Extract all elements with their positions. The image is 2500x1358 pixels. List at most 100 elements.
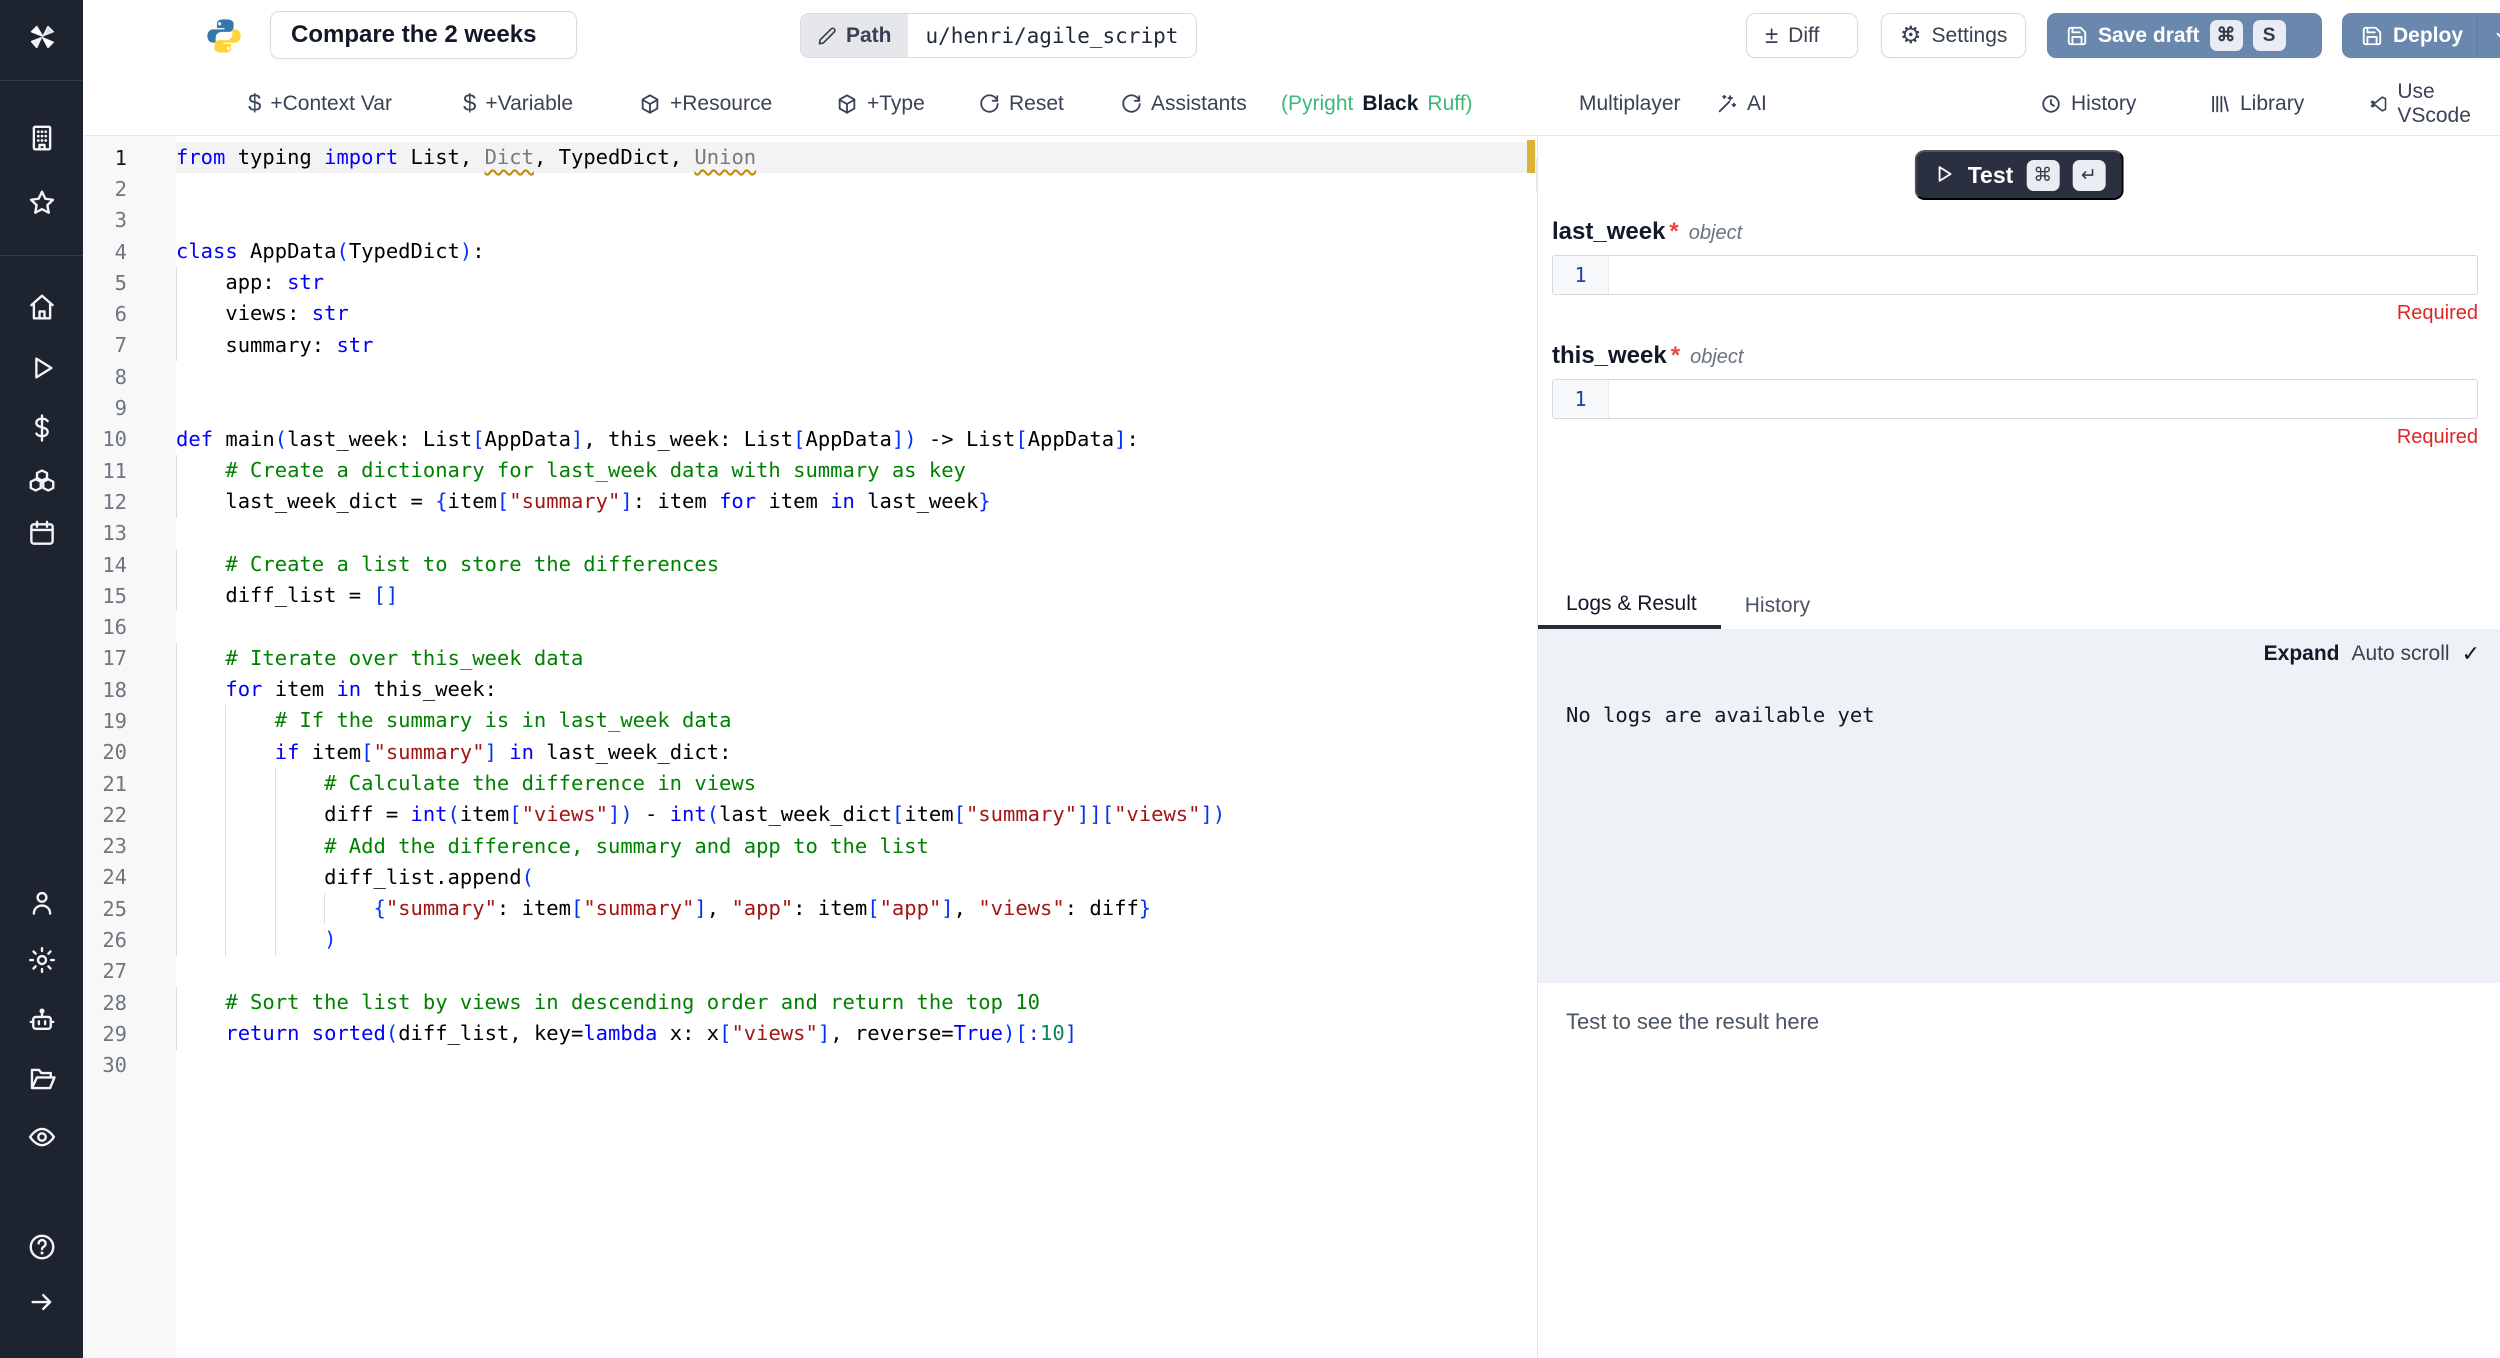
- code-line[interactable]: 9: [83, 392, 1536, 423]
- json-input-area[interactable]: [1609, 256, 2477, 294]
- indent-guide: [176, 987, 177, 1018]
- code-line[interactable]: 24 diff_list.append(: [83, 862, 1536, 893]
- code-line[interactable]: 6 views: str: [83, 298, 1536, 329]
- code-line[interactable]: 21 # Calculate the difference in views: [83, 768, 1536, 799]
- code-line[interactable]: 29 return sorted(diff_list, key=lambda x…: [83, 1018, 1536, 1049]
- test-button[interactable]: Test ⌘ ↵: [1915, 150, 2124, 200]
- sidebar-users-icon[interactable]: [26, 887, 58, 919]
- arg-type: object: [1689, 222, 1742, 245]
- wand-icon: [1716, 93, 1738, 115]
- code-line[interactable]: 15 diff_list = []: [83, 580, 1536, 611]
- code-line[interactable]: 4class AppData(TypedDict):: [83, 236, 1536, 267]
- sidebar-runs-play-icon[interactable]: [26, 352, 58, 384]
- add-variable-button[interactable]: $ +Variable: [463, 72, 573, 135]
- sidebar-variables-dollar-icon[interactable]: [26, 412, 58, 444]
- code-line[interactable]: 23 # Add the difference, summary and app…: [83, 831, 1536, 862]
- sidebar-collapse-arrow-right-icon[interactable]: [26, 1286, 58, 1318]
- sidebar-divider: [0, 255, 83, 256]
- add-type-button[interactable]: +Type: [836, 72, 925, 135]
- chevron-down-icon[interactable]: [2492, 25, 2500, 47]
- code-line[interactable]: 1from typing import List, Dict, TypedDic…: [83, 142, 1536, 173]
- sidebar-help-icon[interactable]: [26, 1231, 58, 1263]
- code-line[interactable]: 27: [83, 956, 1536, 987]
- sidebar-settings-gear-icon[interactable]: [26, 944, 58, 976]
- arg-this-week-input[interactable]: 1: [1552, 379, 2478, 419]
- save-draft-button[interactable]: Save draft ⌘ S: [2047, 13, 2322, 58]
- code-line[interactable]: 10def main(last_week: List[AppData], thi…: [83, 424, 1536, 455]
- expand-button[interactable]: Expand: [2264, 642, 2340, 666]
- line-number: 1: [83, 146, 176, 170]
- code-line[interactable]: 3: [83, 205, 1536, 236]
- code-line[interactable]: 12 last_week_dict = {item["summary"]: it…: [83, 486, 1536, 517]
- code-line[interactable]: 19 # If the summary is in last_week data: [83, 705, 1536, 736]
- code-line[interactable]: 8: [83, 361, 1536, 392]
- windmill-logo-icon[interactable]: [26, 21, 58, 53]
- code-line[interactable]: 13: [83, 518, 1536, 549]
- history-button[interactable]: History: [2040, 72, 2136, 135]
- indent-guide: [225, 893, 226, 924]
- sidebar-home-icon[interactable]: [26, 291, 58, 323]
- arg-last-week-input[interactable]: 1: [1552, 255, 2478, 295]
- path-value[interactable]: u/henri/agile_script: [908, 14, 1197, 57]
- code-line[interactable]: 16: [83, 611, 1536, 642]
- library-button[interactable]: Library: [2209, 72, 2304, 135]
- sidebar-schedules-calendar-icon[interactable]: [26, 517, 58, 549]
- code-line[interactable]: 14 # Create a list to store the differen…: [83, 549, 1536, 580]
- tab-logs-result[interactable]: Logs & Result: [1538, 583, 1721, 629]
- package-icon: [836, 93, 858, 115]
- code-line[interactable]: 5 app: str: [83, 267, 1536, 298]
- diff-button[interactable]: ± Diff: [1746, 13, 1858, 58]
- check-icon[interactable]: ✓: [2462, 641, 2480, 667]
- json-input-area[interactable]: [1609, 380, 2477, 418]
- settings-button[interactable]: ⚙ Settings: [1881, 13, 2026, 58]
- tab-history[interactable]: History: [1721, 583, 1834, 629]
- log-controls: Expand Auto scroll ✓: [2264, 641, 2480, 667]
- python-language-icon: [204, 16, 244, 56]
- add-context-var-button[interactable]: $ +Context Var: [248, 72, 392, 135]
- sidebar-divider: [0, 80, 83, 81]
- deploy-button[interactable]: Deploy: [2342, 13, 2500, 58]
- path-label[interactable]: Path: [801, 14, 908, 57]
- use-vscode-button[interactable]: Use VScode: [2369, 72, 2500, 135]
- ai-button[interactable]: AI: [1716, 72, 1767, 135]
- sidebar-audit-eye-icon[interactable]: [26, 1121, 58, 1153]
- editor-warning-marker: [1527, 140, 1535, 173]
- script-path-group[interactable]: Path u/henri/agile_script: [800, 13, 1197, 58]
- line-number: 18: [83, 678, 176, 702]
- indent-guide: [225, 799, 226, 830]
- assistants-button[interactable]: Assistants: [1120, 72, 1247, 135]
- code-editor[interactable]: 1from typing import List, Dict, TypedDic…: [83, 136, 1536, 1358]
- code-line[interactable]: 30: [83, 1050, 1536, 1081]
- code-line[interactable]: 22 diff = int(item["views"]) - int(last_…: [83, 799, 1536, 830]
- line-number: 17: [83, 646, 176, 670]
- code-line[interactable]: 25 {"summary": item["summary"], "app": i…: [83, 893, 1536, 924]
- reset-button[interactable]: Reset: [978, 72, 1064, 135]
- line-number: 10: [83, 427, 176, 451]
- app-sidebar: [0, 0, 83, 1358]
- code-line[interactable]: 11 # Create a dictionary for last_week d…: [83, 455, 1536, 486]
- code-lines[interactable]: 1from typing import List, Dict, TypedDic…: [83, 142, 1536, 1081]
- code-line[interactable]: 20 if item["summary"] in last_week_dict:: [83, 737, 1536, 768]
- input-line-number: 1: [1553, 256, 1609, 294]
- multiplayer-label[interactable]: Multiplayer: [1579, 72, 1681, 135]
- script-title-input[interactable]: Compare the 2 weeks: [270, 11, 577, 59]
- cmd-key-badge: ⌘: [2026, 160, 2059, 191]
- code-line[interactable]: 26 ): [83, 924, 1536, 955]
- sidebar-workspace-building-icon[interactable]: [26, 122, 58, 154]
- autoscroll-toggle[interactable]: Auto scroll: [2352, 642, 2450, 666]
- sidebar-favorites-star-icon[interactable]: [26, 187, 58, 219]
- indent-guide: [275, 862, 276, 893]
- code-checkers-status[interactable]: (Pyright Black Ruff): [1281, 72, 1473, 135]
- sidebar-workers-bot-icon[interactable]: [26, 1004, 58, 1036]
- add-resource-button[interactable]: +Resource: [639, 72, 772, 135]
- sidebar-folders-icon[interactable]: [26, 1062, 58, 1094]
- code-line[interactable]: 18 for item in this_week:: [83, 674, 1536, 705]
- line-number: 23: [83, 834, 176, 858]
- code-line[interactable]: 7 summary: str: [83, 330, 1536, 361]
- code-line[interactable]: 28 # Sort the list by views in descendin…: [83, 987, 1536, 1018]
- line-number: 5: [83, 271, 176, 295]
- code-line[interactable]: 17 # Iterate over this_week data: [83, 643, 1536, 674]
- indent-guide: [225, 705, 226, 736]
- code-line[interactable]: 2: [83, 173, 1536, 204]
- sidebar-resources-boxes-icon[interactable]: [26, 467, 58, 499]
